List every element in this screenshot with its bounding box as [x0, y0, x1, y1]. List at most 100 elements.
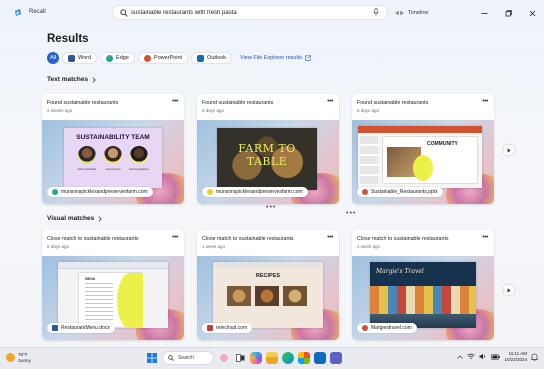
site-title: Margie's Travel — [376, 268, 424, 275]
document-heading: MENU — [85, 277, 96, 281]
more-options-icon[interactable]: ••• — [327, 98, 333, 105]
taskbar-apps: Search — [146, 351, 342, 365]
start-button[interactable] — [146, 352, 158, 364]
more-options-icon[interactable]: ••• — [172, 98, 178, 105]
taskbar: 78°F Sunny Search 11:11 AM 10/22/2024 — [0, 347, 544, 369]
widgets-icon[interactable] — [218, 352, 230, 364]
visual-match-card[interactable]: Close match to sustainable restaurants 1… — [352, 230, 494, 340]
file-explorer-icon[interactable] — [266, 352, 278, 364]
source-pill[interactable]: Sustainable_Restaurants.pptx — [357, 187, 443, 197]
visual-match-card[interactable]: Close match to sustainable restaurants 1… — [197, 230, 339, 340]
taskbar-search-label: Search — [178, 355, 194, 361]
card-thumbnail: MENU RestaurantMenu.docx — [42, 256, 184, 340]
maximize-button[interactable] — [496, 0, 520, 26]
filter-powerpoint[interactable]: PowerPoint — [137, 52, 189, 64]
outlook-icon — [197, 54, 205, 62]
task-view-icon[interactable] — [234, 352, 246, 364]
taskbar-search[interactable]: Search — [162, 351, 214, 365]
document-page: MENU — [78, 272, 143, 328]
word-document-preview: MENU — [58, 262, 168, 328]
card-thumbnail: SUSTAINABILITY TEAM Ashley Schroeder Lil… — [42, 120, 184, 204]
search-input[interactable] — [131, 7, 361, 18]
text-match-card[interactable]: Found sustainable restaurants 2 weeks ag… — [42, 94, 184, 204]
minimize-button[interactable] — [472, 0, 496, 26]
edge-icon — [207, 189, 213, 195]
timeline-button[interactable]: Timeline — [395, 8, 429, 18]
site-icon — [207, 325, 213, 331]
powerpoint-icon — [362, 189, 368, 195]
wifi-icon[interactable] — [467, 353, 476, 360]
edge-icon — [106, 54, 114, 62]
more-options-icon[interactable]: ••• — [482, 234, 488, 241]
more-options-icon[interactable]: ••• — [327, 234, 333, 241]
text-match-card[interactable]: Found sustainable restaurants 3 days ago… — [197, 94, 339, 204]
edge-icon[interactable] — [282, 352, 294, 364]
source-label: munsonspicklesandpreservesfarm.com — [61, 189, 148, 195]
text-matches-header[interactable]: Text matches — [47, 76, 96, 83]
page-indicator: ••• — [266, 204, 277, 211]
more-options-icon[interactable]: ••• — [172, 234, 178, 241]
ppt-slide: COMMUNITY — [382, 136, 478, 184]
chevron-right-icon — [98, 215, 102, 222]
team-photo-2 — [104, 146, 122, 164]
source-label: RestaurantMenu.docx — [61, 325, 110, 331]
source-pill[interactable]: Margiestravel.com — [357, 323, 417, 333]
page-heading: RECIPES — [255, 273, 281, 279]
page-title: Results — [47, 33, 89, 45]
source-label: relecloud.com — [216, 325, 248, 331]
card-thumbnail: COMMUNITY Sustainable_Restaurants.pptx — [352, 120, 494, 204]
team-name-3: Eeva Kemppainen — [129, 168, 149, 171]
source-pill[interactable]: relecloud.com — [202, 323, 253, 333]
filter-word[interactable]: Word — [62, 52, 98, 64]
outlook-icon[interactable] — [314, 352, 326, 364]
source-pill[interactable]: munsonspicklesandpreservesfarm.com — [47, 187, 153, 197]
card-thumbnail: FARM TO TABLE munsonspicklesandpreserves… — [197, 120, 339, 204]
close-button[interactable] — [520, 0, 544, 26]
card-time: 5 days ago — [357, 108, 380, 113]
copilot-icon[interactable] — [250, 352, 262, 364]
recipe-image-2 — [255, 286, 279, 306]
filter-all[interactable]: All — [47, 52, 59, 64]
card-time: 2 weeks ago — [47, 108, 73, 113]
volume-icon[interactable] — [479, 353, 487, 360]
search-icon — [120, 9, 128, 17]
chevron-right-icon — [507, 147, 511, 153]
filter-outlook-label: Outlook — [207, 55, 227, 61]
filter-edge[interactable]: Edge — [100, 52, 135, 64]
notification-bell-icon[interactable] — [531, 353, 538, 361]
next-page-button[interactable] — [504, 285, 514, 295]
webpage-preview: Margie's Travel — [370, 262, 476, 328]
weather-widget[interactable]: 78°F Sunny — [6, 352, 31, 363]
file-explorer-link-label: View File Explorer results — [240, 55, 302, 61]
recall-logo-icon — [15, 9, 21, 16]
recall-window: Recall Timeline — [0, 0, 544, 347]
clock[interactable]: 11:11 AM 10/22/2024 — [504, 351, 527, 362]
teams-icon[interactable] — [330, 352, 342, 364]
next-page-button[interactable] — [504, 145, 514, 155]
recipe-image-3 — [283, 286, 307, 306]
search-icon — [168, 355, 174, 361]
timeline-label: Timeline — [408, 10, 429, 16]
app-name: Recall — [29, 9, 46, 15]
task-view-glyph — [235, 354, 244, 362]
microphone-icon[interactable] — [373, 8, 379, 17]
powerpoint-preview: COMMUNITY — [358, 126, 482, 188]
file-explorer-link[interactable]: View File Explorer results — [240, 55, 311, 61]
source-pill[interactable]: RestaurantMenu.docx — [47, 323, 115, 333]
card-time: 1 week ago — [357, 244, 381, 249]
visual-match-card[interactable]: Close match to sustainable restaurants 6… — [42, 230, 184, 340]
source-label: munsonspicklesandpreservesfarm.com — [216, 189, 303, 195]
timeline-icon — [395, 11, 404, 15]
chevron-up-icon[interactable] — [457, 355, 464, 359]
card-thumbnail: RECIPES relecloud.com — [197, 256, 339, 340]
text-match-card[interactable]: Found sustainable restaurants 5 days ago… — [352, 94, 494, 204]
source-pill[interactable]: munsonspicklesandpreservesfarm.com — [202, 187, 308, 197]
more-options-icon[interactable]: ••• — [482, 98, 488, 105]
search-box[interactable] — [112, 5, 388, 20]
card-title: Found sustainable restaurants — [47, 100, 119, 106]
battery-icon[interactable] — [491, 353, 501, 360]
visual-matches-header[interactable]: Visual matches — [47, 215, 102, 222]
microsoft-store-icon[interactable] — [298, 352, 310, 364]
filter-outlook[interactable]: Outlook — [191, 52, 233, 64]
webpage-preview: FARM TO TABLE — [217, 128, 317, 190]
